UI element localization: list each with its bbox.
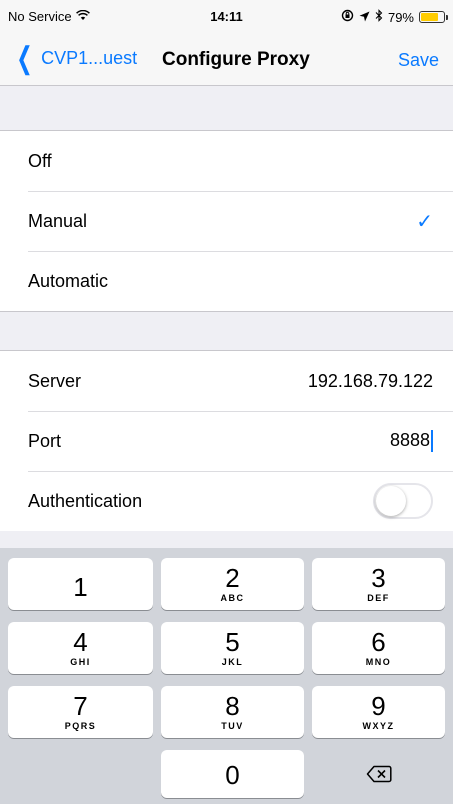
key-number: 6 (371, 627, 386, 657)
key-letters: ABC (220, 593, 245, 603)
key-number: 8 (225, 691, 240, 721)
numeric-keypad: 1 2 ABC 3 DEF 4 GHI 5 JKL 6 MNO 7 PQRS 8… (0, 548, 453, 804)
proxy-mode-label: Manual (28, 210, 88, 231)
key-0[interactable]: 0 (161, 750, 304, 798)
proxy-mode-manual[interactable]: Manual ✓ (0, 191, 453, 251)
key-number: 4 (73, 627, 88, 657)
chevron-left-icon: ❮ (16, 41, 33, 75)
key-1[interactable]: 1 (8, 558, 153, 610)
proxy-mode-label: Automatic (28, 270, 109, 291)
key-number: 0 (225, 760, 240, 790)
key-6[interactable]: 6 MNO (312, 622, 445, 674)
key-9[interactable]: 9 WXYZ (312, 686, 445, 738)
back-button[interactable]: ❮ CVP1...uest (12, 41, 138, 75)
proxy-mode-off[interactable]: Off (0, 131, 453, 191)
lock-rotation-icon (341, 9, 354, 25)
page-title: Configure Proxy (162, 49, 310, 70)
key-7[interactable]: 7 PQRS (8, 686, 153, 738)
port-input[interactable]: 8888 (389, 429, 433, 453)
key-letters: WXYZ (362, 721, 395, 731)
back-button-label: CVP1...uest (41, 48, 138, 68)
text-cursor (431, 430, 433, 453)
key-5[interactable]: 5 JKL (161, 622, 304, 674)
backspace-icon (312, 763, 445, 789)
key-number: 5 (225, 627, 240, 657)
key-letters: TUV (221, 721, 244, 731)
key-letters: JKL (221, 657, 244, 667)
key-letters: MNO (365, 657, 392, 667)
server-row[interactable]: Server 192.168.79.122 (0, 351, 453, 411)
key-number: 3 (371, 563, 386, 593)
key-number: 1 (73, 572, 88, 602)
save-button[interactable]: Save (398, 50, 439, 71)
battery-fill (421, 13, 439, 21)
toggle-knob (376, 486, 406, 516)
key-letters: PQRS (64, 721, 97, 731)
port-value: 8888 (389, 429, 430, 450)
status-bar: No Service 14:11 79% (0, 0, 453, 34)
key-number: 9 (371, 691, 386, 721)
key-letters: DEF (367, 593, 390, 603)
delete-key[interactable] (312, 750, 445, 798)
battery-icon (419, 11, 448, 23)
proxy-mode-label: Off (28, 150, 52, 171)
server-input[interactable]: 192.168.79.122 (308, 371, 433, 392)
status-right: 79% (341, 9, 448, 25)
key-number: 7 (73, 691, 88, 721)
proxy-mode-automatic[interactable]: Automatic (0, 251, 453, 311)
key-2[interactable]: 2 ABC (161, 558, 304, 610)
key-4[interactable]: 4 GHI (8, 622, 153, 674)
authentication-label: Authentication (28, 490, 143, 511)
key-8[interactable]: 8 TUV (161, 686, 304, 738)
authentication-row: Authentication (0, 471, 453, 531)
port-row[interactable]: Port 8888 (0, 411, 453, 471)
nav-bar: ❮ CVP1...uest Configure Proxy Save (0, 34, 453, 86)
location-icon (359, 10, 370, 25)
bluetooth-icon (375, 9, 383, 25)
battery-percent: 79% (387, 9, 414, 25)
key-letters: GHI (70, 657, 91, 667)
proxy-settings-group: Server 192.168.79.122 Port 8888 Authenti… (0, 350, 453, 531)
checkmark-icon: ✓ (416, 210, 433, 233)
proxy-mode-group: Off Manual ✓ Automatic (0, 130, 453, 312)
server-label: Server (28, 370, 82, 391)
key-3[interactable]: 3 DEF (312, 558, 445, 610)
authentication-toggle[interactable] (373, 483, 433, 519)
key-number: 2 (225, 563, 240, 593)
port-label: Port (28, 430, 62, 451)
